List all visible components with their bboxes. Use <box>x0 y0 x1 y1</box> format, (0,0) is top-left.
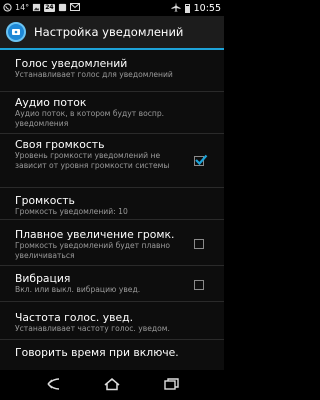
navigation-bar <box>0 370 224 400</box>
temperature-text: 14° <box>15 3 30 12</box>
setting-title: Вибрация <box>15 272 71 285</box>
airplane-icon <box>171 2 181 14</box>
setting-title: Громкость <box>15 194 75 207</box>
setting-speak-time-on-power[interactable]: Говорить время при включе. <box>0 340 224 370</box>
whatsapp-icon <box>3 2 12 14</box>
setting-summary: Вкл. или выкл. вибрацию увед. <box>15 285 141 294</box>
setting-summary: Устанавливает частоту голос. уведом. <box>15 324 170 333</box>
action-bar: Настройка уведомлений <box>0 16 224 50</box>
setting-title: Аудио поток <box>15 96 87 109</box>
back-icon[interactable] <box>44 376 62 395</box>
setting-title: Частота голос. увед. <box>15 311 134 324</box>
setting-summary: Устанавливает голос для уведомлений <box>15 70 173 79</box>
setting-summary: Аудио поток, в котором будут воспр. увед… <box>15 109 165 128</box>
setting-summary: Громкость уведомлений будет плавно увели… <box>15 241 171 260</box>
vibration-checkbox[interactable] <box>194 280 204 290</box>
home-icon[interactable] <box>103 376 121 395</box>
setting-own-volume[interactable]: Своя громкость Уровень громкости уведомл… <box>0 134 224 188</box>
recents-icon[interactable] <box>162 376 180 395</box>
setting-title: Говорить время при включе. <box>15 346 179 359</box>
setting-title: Своя громкость <box>15 138 105 151</box>
setting-volume[interactable]: Громкость Громкость уведомлений: 10 <box>0 188 224 220</box>
mail-icon <box>69 3 80 13</box>
setting-smooth-volume-increase[interactable]: Плавное увеличение громк. Громкость увед… <box>0 220 224 266</box>
page-title: Настройка уведомлений <box>34 25 184 39</box>
status-bar: 14° 24 10:55 <box>0 0 224 16</box>
notification-badge: 24 <box>44 4 55 12</box>
own-volume-checkbox[interactable] <box>194 154 208 166</box>
setting-summary: Громкость уведомлений: 10 <box>15 207 128 216</box>
system-icons: 10:55 <box>171 2 224 14</box>
clock: 10:55 <box>193 2 221 14</box>
battery-icon <box>184 3 190 13</box>
settings-list[interactable]: Голос уведомлений Устанавливает голос дл… <box>0 50 224 370</box>
notification-icon <box>58 3 67 14</box>
setting-summary: Уровень громкости уведомлений не зависит… <box>15 151 170 170</box>
setting-voice-frequency[interactable]: Частота голос. увед. Устанавливает часто… <box>0 302 224 340</box>
smooth-volume-checkbox[interactable] <box>194 239 204 249</box>
app-icon[interactable] <box>6 22 26 42</box>
notification-area: 14° 24 <box>0 2 171 14</box>
setting-notification-voice[interactable]: Голос уведомлений Устанавливает голос дл… <box>0 50 224 92</box>
setting-title: Голос уведомлений <box>15 57 128 70</box>
setting-vibration[interactable]: Вибрация Вкл. или выкл. вибрацию увед. <box>0 266 224 302</box>
image-icon <box>32 3 41 14</box>
setting-title: Плавное увеличение громк. <box>15 228 175 241</box>
setting-audio-stream[interactable]: Аудио поток Аудио поток, в котором будут… <box>0 92 224 134</box>
